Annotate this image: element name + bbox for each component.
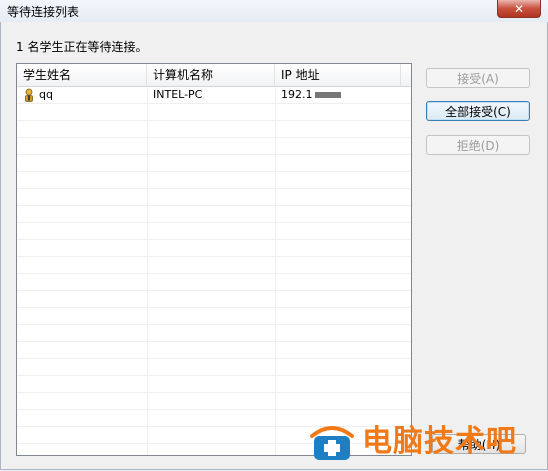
empty-row — [17, 104, 411, 121]
empty-row — [17, 376, 411, 393]
reject-button[interactable]: 拒绝(D) — [426, 135, 530, 155]
close-button[interactable]: ✕ — [497, 0, 541, 18]
watermark-text: 电脑技术吧 — [362, 424, 517, 459]
table-row[interactable]: qq INTEL-PC 192.1 — [17, 87, 411, 104]
empty-row — [17, 240, 411, 257]
window-title: 等待连接列表 — [7, 5, 80, 19]
empty-row — [17, 257, 411, 274]
ip-visible-part: 192.1 — [281, 88, 313, 101]
empty-row — [17, 138, 411, 155]
column-header-computer-name[interactable]: 计算机名称 — [147, 64, 275, 86]
watermark-logo-icon — [310, 426, 354, 460]
student-name-cell: qq — [39, 88, 53, 101]
empty-row — [17, 223, 411, 240]
empty-row — [17, 172, 411, 189]
waiting-status-text: 1 名学生正在等待连接。 — [16, 40, 148, 54]
empty-row — [17, 291, 411, 308]
close-icon: ✕ — [513, 1, 525, 16]
empty-row — [17, 393, 411, 410]
redacted-ip-mark — [314, 92, 341, 98]
computer-name-cell: INTEL-PC — [153, 88, 203, 101]
empty-row — [17, 342, 411, 359]
empty-row — [17, 121, 411, 138]
column-header-ip-address[interactable]: IP 地址 — [275, 64, 401, 86]
list-rows: qq INTEL-PC 192.1 — [17, 87, 411, 455]
column-divider — [275, 87, 276, 455]
empty-row — [17, 155, 411, 172]
accept-all-button[interactable]: 全部接受(C) — [426, 101, 530, 121]
empty-row — [17, 206, 411, 223]
list-header: 学生姓名 计算机名称 IP 地址 — [17, 64, 411, 87]
column-header-student-name[interactable]: 学生姓名 — [17, 64, 147, 86]
empty-row — [17, 274, 411, 291]
watermark: 电脑技术吧 — [306, 420, 548, 468]
title-bar: 等待连接列表 ✕ — [0, 0, 548, 23]
empty-row — [17, 308, 411, 325]
accept-button[interactable]: 接受(A) — [426, 68, 530, 88]
empty-row — [17, 359, 411, 376]
empty-row — [17, 325, 411, 342]
empty-row — [17, 189, 411, 206]
ip-address-cell: 192.1 — [275, 87, 341, 103]
waiting-list[interactable]: 学生姓名 计算机名称 IP 地址 qq INTEL-PC 192.1 — [16, 63, 412, 456]
column-divider — [147, 87, 148, 455]
